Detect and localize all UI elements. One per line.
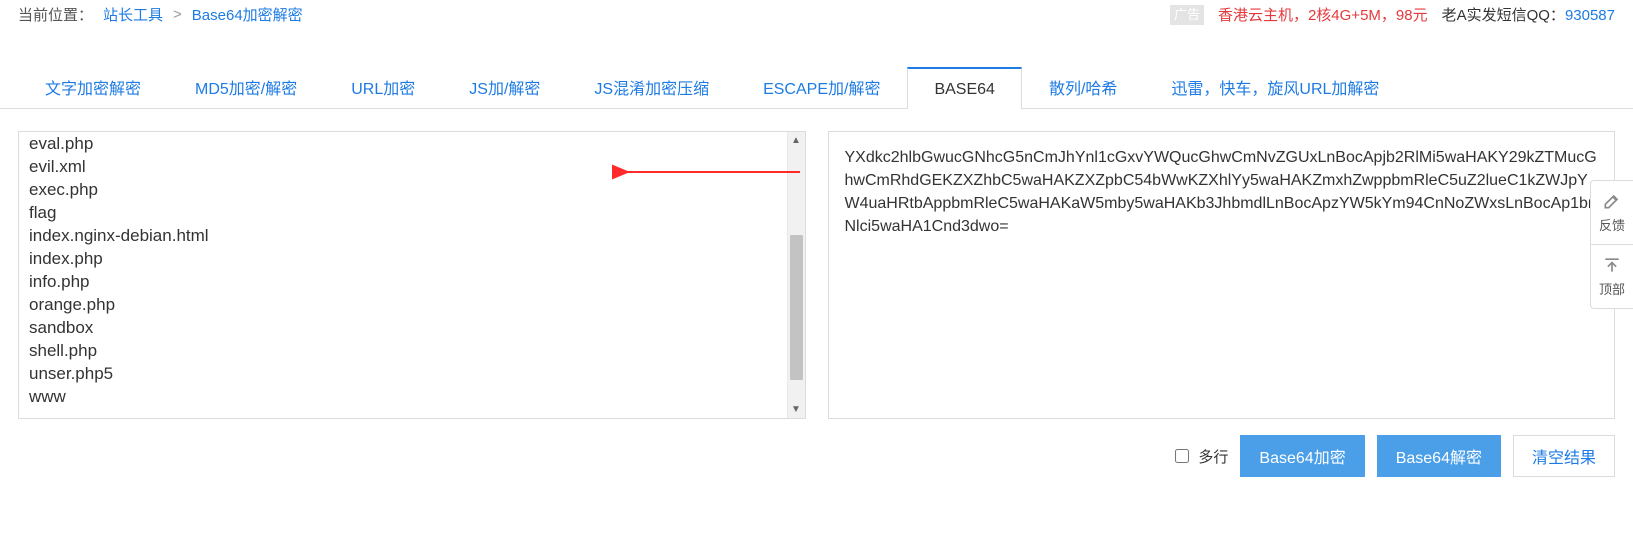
multiline-label: 多行	[1198, 446, 1228, 467]
feedback-button[interactable]: 反馈	[1591, 181, 1633, 244]
top-label: 顶部	[1599, 279, 1625, 298]
sms-qq-link[interactable]: 930587	[1565, 7, 1615, 24]
tab-5[interactable]: ESCAPE加/解密	[736, 62, 907, 109]
tab-3[interactable]: JS加/解密	[442, 62, 567, 109]
ad-link[interactable]: 香港云主机，2核4G+5M，98元	[1218, 4, 1428, 25]
decode-button[interactable]: Base64解密	[1377, 435, 1501, 477]
tab-0[interactable]: 文字加密解密	[18, 62, 168, 109]
tab-6[interactable]: BASE64	[907, 67, 1021, 109]
sms-group: 老A实发短信QQ：930587	[1442, 4, 1615, 25]
feedback-label: 反馈	[1599, 215, 1625, 234]
input-textarea[interactable]: YXdkc2hlbGwucGNhcG5nCmJhYnl1cGxvYWQucGhw…	[828, 131, 1616, 419]
sms-label: 老A实发短信QQ：	[1442, 7, 1565, 24]
button-row: 多行 Base64加密 Base64解密 清空结果	[0, 429, 1633, 495]
breadcrumb: 当前位置： 站长工具 > Base64加密解密	[18, 4, 303, 25]
scroll-thumb[interactable]	[790, 235, 803, 380]
scroll-down-button[interactable]: ▼	[788, 401, 805, 418]
annotation-arrow	[612, 160, 802, 184]
input-text: YXdkc2hlbGwucGNhcG5nCmJhYnl1cGxvYWQucGhw…	[829, 132, 1615, 418]
tab-bar: 文字加密解密MD5加密/解密URL加密JS加/解密JS混淆加密压缩ESCAPE加…	[0, 61, 1633, 109]
ad-area: 广告 香港云主机，2核4G+5M，98元 老A实发短信QQ：930587	[1170, 4, 1615, 25]
tab-7[interactable]: 散列/哈希	[1022, 62, 1144, 109]
top-icon	[1602, 255, 1622, 275]
breadcrumb-bar: 当前位置： 站长工具 > Base64加密解密 广告 香港云主机，2核4G+5M…	[0, 0, 1633, 39]
breadcrumb-page-link[interactable]: Base64加密解密	[192, 4, 303, 25]
side-dock: 反馈 顶部	[1590, 180, 1633, 309]
ad-badge: 广告	[1170, 5, 1204, 25]
tab-4[interactable]: JS混淆加密压缩	[567, 62, 736, 109]
multiline-checkbox-label[interactable]: 多行	[1171, 446, 1228, 467]
breadcrumb-home-link[interactable]: 站长工具	[103, 4, 163, 25]
breadcrumb-prefix: 当前位置：	[18, 4, 93, 25]
clear-button[interactable]: 清空结果	[1513, 435, 1615, 477]
panes: eval.php evil.xml exec.php flag index.ng…	[0, 109, 1633, 429]
tab-2[interactable]: URL加密	[324, 62, 442, 109]
scroll-up-button[interactable]: ▲	[788, 132, 805, 149]
encode-button[interactable]: Base64加密	[1240, 435, 1364, 477]
breadcrumb-sep: >	[173, 6, 182, 23]
multiline-checkbox[interactable]	[1175, 449, 1189, 463]
back-to-top-button[interactable]: 顶部	[1591, 244, 1633, 308]
tab-1[interactable]: MD5加密/解密	[168, 62, 324, 109]
tab-8[interactable]: 迅雷，快车，旋风URL加解密	[1144, 62, 1406, 109]
edit-icon	[1602, 191, 1622, 211]
